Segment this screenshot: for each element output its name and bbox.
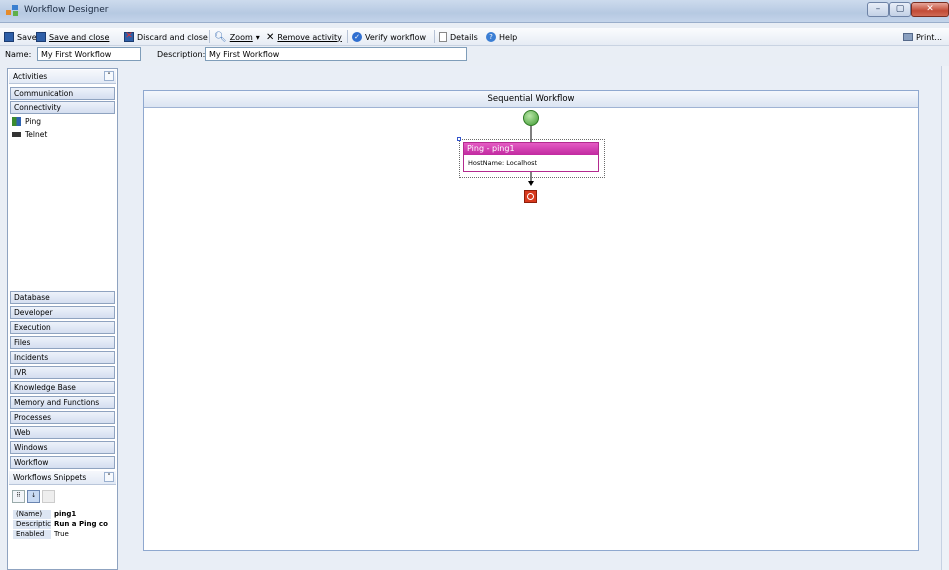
chevron-down-icon[interactable]: ˅ [104, 472, 114, 482]
discard-and-close-label: Discard and close [137, 32, 208, 42]
activity-ping-node[interactable]: Ping - ping1 HostName: Localhost [463, 142, 599, 172]
category-developer[interactable]: Developer [10, 306, 115, 319]
verify-workflow-button[interactable]: ✓ Verify workflow [352, 31, 426, 43]
toolbar-separator [209, 30, 210, 43]
save-and-close-label: Save and close [49, 32, 110, 42]
category-web[interactable]: Web [10, 426, 115, 439]
ping-icon [12, 117, 21, 126]
toolbar-separator [347, 30, 348, 43]
toolbar-separator [434, 30, 435, 43]
name-field[interactable]: My First Workflow [37, 47, 141, 61]
save-icon [36, 32, 46, 42]
activity-telnet-label: Telnet [25, 130, 48, 139]
workflow-end-node[interactable] [524, 190, 537, 203]
property-key: Enabled [13, 530, 51, 539]
minimize-button[interactable]: – [867, 2, 889, 17]
remove-icon: ✕ [266, 31, 275, 43]
help-icon: ? [486, 32, 496, 42]
workflow-info-row: Name: My First Workflow Description: My … [0, 46, 949, 64]
category-database[interactable]: Database [10, 291, 115, 304]
activities-header-label: Activities [13, 72, 48, 81]
property-value: Run a Ping co [54, 520, 108, 528]
category-memory-and-functions[interactable]: Memory and Functions [10, 396, 115, 409]
details-label: Details [450, 32, 478, 42]
save-label: Save [17, 32, 37, 42]
property-grid-toolbar: ⠿ ↓ [12, 490, 55, 503]
zoom-label: Zoom [229, 32, 253, 42]
alphabetical-icon[interactable]: ↓ [27, 490, 40, 503]
print-button[interactable]: Print... [903, 31, 942, 43]
category-connectivity[interactable]: Connectivity [10, 101, 115, 114]
property-value: ping1 [54, 510, 77, 518]
property-row-name[interactable]: (Name) ping1 [13, 510, 115, 519]
connector-arrow [528, 181, 534, 186]
details-button[interactable]: Details [439, 31, 478, 43]
category-ivr[interactable]: IVR [10, 366, 115, 379]
property-value: True [54, 530, 69, 538]
canvas-title: Sequential Workflow [144, 91, 918, 108]
chevron-down-icon: ▾ [255, 32, 260, 42]
help-label: Help [499, 32, 518, 42]
toolbar: Save Save and close ✕ Discard and close … [0, 28, 949, 46]
activities-header[interactable]: Activities ˄ [9, 70, 116, 84]
telnet-icon [12, 132, 21, 137]
description-label: Description: [157, 50, 206, 59]
workflows-snippets-label: Workflows Snippets [13, 473, 87, 482]
maximize-button[interactable]: ▢ [889, 2, 911, 17]
save-button[interactable]: Save [4, 31, 37, 43]
save-and-close-button[interactable]: Save and close [36, 31, 109, 43]
category-files[interactable]: Files [10, 336, 115, 349]
checkmark-icon: ✓ [352, 32, 362, 42]
category-execution[interactable]: Execution [10, 321, 115, 334]
category-workflow[interactable]: Workflow [10, 456, 115, 469]
activity-detail: HostName: Localhost [468, 159, 538, 167]
activity-title: Ping - ping1 [464, 143, 598, 155]
save-icon [4, 32, 14, 42]
remove-activity-button[interactable]: ✕ Remove activity [266, 31, 342, 43]
activity-ping[interactable]: Ping [12, 116, 41, 127]
help-button[interactable]: ? Help [486, 31, 517, 43]
window-title: Workflow Designer [24, 5, 109, 15]
property-pages-icon[interactable] [42, 490, 55, 503]
category-processes[interactable]: Processes [10, 411, 115, 424]
property-row-enabled[interactable]: Enabled True [13, 530, 115, 539]
zoom-button[interactable]: 🔍︎ Zoom ▾ [214, 31, 260, 43]
verify-workflow-label: Verify workflow [365, 32, 427, 42]
activity-telnet[interactable]: Telnet [12, 129, 47, 140]
name-label: Name: [5, 50, 32, 59]
chevron-up-icon[interactable]: ˄ [104, 71, 114, 81]
print-label: Print... [916, 32, 943, 42]
category-knowledge-base[interactable]: Knowledge Base [10, 381, 115, 394]
discard-and-close-button[interactable]: ✕ Discard and close [124, 31, 208, 43]
category-communication[interactable]: Communication [10, 87, 115, 100]
property-grid: ⠿ ↓ (Name) ping1 Descriptic Run a Ping c… [9, 485, 116, 569]
zoom-icon: 🔍︎ [214, 31, 227, 43]
property-key: (Name) [13, 510, 51, 519]
stop-icon [527, 193, 534, 200]
vertical-scrollbar[interactable] [941, 66, 949, 570]
workflow-start-node[interactable] [523, 110, 539, 126]
category-windows[interactable]: Windows [10, 441, 115, 454]
selection-handle[interactable] [457, 137, 461, 141]
document-icon [439, 32, 447, 42]
category-incidents[interactable]: Incidents [10, 351, 115, 364]
close-button[interactable]: ✕ [911, 2, 949, 17]
remove-activity-label: Remove activity [277, 32, 342, 42]
activity-ping-label: Ping [25, 117, 41, 126]
printer-icon [903, 33, 913, 41]
title-bar: Workflow Designer – ▢ ✕ [0, 0, 949, 23]
discard-icon: ✕ [124, 31, 134, 42]
workflows-snippets-header[interactable]: Workflows Snippets ˅ [9, 471, 116, 485]
description-field[interactable]: My First Workflow [205, 47, 467, 61]
property-key: Descriptic [13, 520, 51, 529]
activities-panel: Activities ˄ Communication Connectivity … [7, 68, 118, 570]
property-row-description[interactable]: Descriptic Run a Ping co [13, 520, 115, 529]
workflow-app-icon [6, 5, 18, 16]
categorized-icon[interactable]: ⠿ [12, 490, 25, 503]
